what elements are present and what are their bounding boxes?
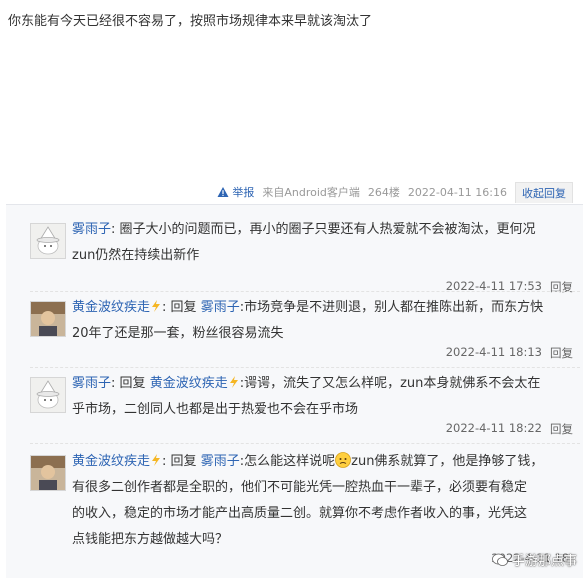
avatar-person-image <box>31 302 65 336</box>
reply-username[interactable]: 雾雨子 <box>72 222 111 237</box>
avatar[interactable] <box>30 455 66 491</box>
lightning-icon <box>152 300 161 312</box>
collapse-label: 收起回复 <box>522 186 566 200</box>
reply-line: 市场竞争是不进则退，别人都在推陈出新，而东方快 <box>244 300 544 315</box>
reply-text: 雾雨子: 回复 黄金波纹疾走:谔谔，流失了又怎么样呢，zun本身就佛系不会太在 … <box>72 371 574 423</box>
reply-time: 2022-4-11 18:13 <box>445 345 542 359</box>
reply-button[interactable]: 回复 <box>550 421 573 437</box>
reply-button[interactable]: 回复 <box>550 345 573 361</box>
post-content: 你东能有今天已经很不容易了，按照市场规律本来早就该淘汰了 <box>8 14 373 29</box>
warning-icon <box>217 187 229 197</box>
reply-to-username[interactable]: 雾雨子 <box>201 300 240 315</box>
post-time: 2022-04-11 16:16 <box>407 185 507 199</box>
confused-emoji-icon <box>335 452 352 468</box>
reply-text: 黄金波纹疾走: 回复 雾雨子:怎么能这样说呢 zun佛系就算了，他是挣够了钱， 有… <box>72 449 574 553</box>
wechat-icon <box>492 553 508 566</box>
reply-list: 雾雨子: 圈子大小的问题而已，再小的圈子只要还有人热爱就不会被淘汰，更何况 zu… <box>6 204 583 578</box>
reply-line: zun仍然在持续出新作 <box>72 248 200 263</box>
reply-footer: 2022-4-11 18:13 回复 <box>446 345 573 361</box>
avatar-hat-image <box>31 224 65 258</box>
reply-divider <box>30 443 580 445</box>
reply-separator: : <box>111 376 116 391</box>
reply-prefix: 回复 <box>119 376 146 391</box>
reply-line: 有很多二创作者都是全职的，他们不可能光凭一腔热血干一辈子，必须要有稳定 <box>72 480 528 495</box>
reply-line: 圈子大小的问题而已，再小的圈子只要还有人热爱就不会被淘汰，更何况 <box>119 222 536 237</box>
post-meta-bar: 举报 来自Android客户端 264楼 2022-04-11 16:16 收起… <box>217 181 573 203</box>
avatar[interactable] <box>30 377 66 413</box>
avatar[interactable] <box>30 223 66 259</box>
floor-number: 264楼 <box>367 186 400 199</box>
reply-footer: 2022-4-11 18:22 回复 <box>446 421 573 437</box>
reply-prefix: 回复 <box>170 454 197 469</box>
report-link[interactable]: 举报 <box>217 184 254 200</box>
reply-text: 黄金波纹疾走: 回复 雾雨子:市场竞争是不进则退，别人都在推陈出新，而东方快 2… <box>72 295 574 347</box>
lightning-icon <box>229 376 238 388</box>
watermark-text: 手游那点事 <box>511 554 577 569</box>
lightning-icon <box>152 454 161 466</box>
reply-to-username[interactable]: 黄金波纹疾走 <box>150 376 228 391</box>
watermark: 手游那点事 <box>492 550 577 569</box>
reply-to-username[interactable]: 雾雨子 <box>201 454 240 469</box>
report-label: 举报 <box>232 186 255 199</box>
reply-username[interactable]: 雾雨子 <box>72 376 111 391</box>
reply-line: 的收入，稳定的市场才能产出高质量二创。就算你不考虑作者收入的事，光凭这 <box>72 506 528 521</box>
reply-text: 雾雨子: 圈子大小的问题而已，再小的圈子只要还有人热爱就不会被淘汰，更何况 zu… <box>72 217 574 269</box>
reply-separator: : <box>111 222 116 237</box>
reply-line: 谔谔，流失了又怎么样呢，zun本身就佛系不会太在 <box>244 376 541 391</box>
reply-line: zun佛系就算了，他是挣够了钱， <box>351 454 544 469</box>
reply-username[interactable]: 黄金波纹疾走 <box>72 300 150 315</box>
reply-separator: : <box>162 300 167 315</box>
reply-line: 怎么能这样说呢 <box>244 454 336 469</box>
reply-separator: : <box>162 454 167 469</box>
reply-prefix: 回复 <box>170 300 197 315</box>
reply-line: 乎市场，二创同人也都是出于热爱也不会在乎市场 <box>72 402 359 417</box>
avatar-hat-image <box>31 378 65 412</box>
client-source: 来自Android客户端 <box>262 186 360 199</box>
avatar[interactable] <box>30 301 66 337</box>
reply-divider <box>30 291 580 293</box>
reply-username[interactable]: 黄金波纹疾走 <box>72 454 150 469</box>
reply-time: 2022-4-11 18:22 <box>445 421 542 435</box>
reply-divider <box>30 367 580 369</box>
reply-line: 点钱能把东方越做越大吗？ <box>72 532 229 547</box>
avatar-person-image <box>31 456 65 490</box>
collapse-replies-button[interactable]: 收起回复 <box>515 181 573 203</box>
reply-line: 20年了还是那一套，粉丝很容易流失 <box>72 326 284 341</box>
